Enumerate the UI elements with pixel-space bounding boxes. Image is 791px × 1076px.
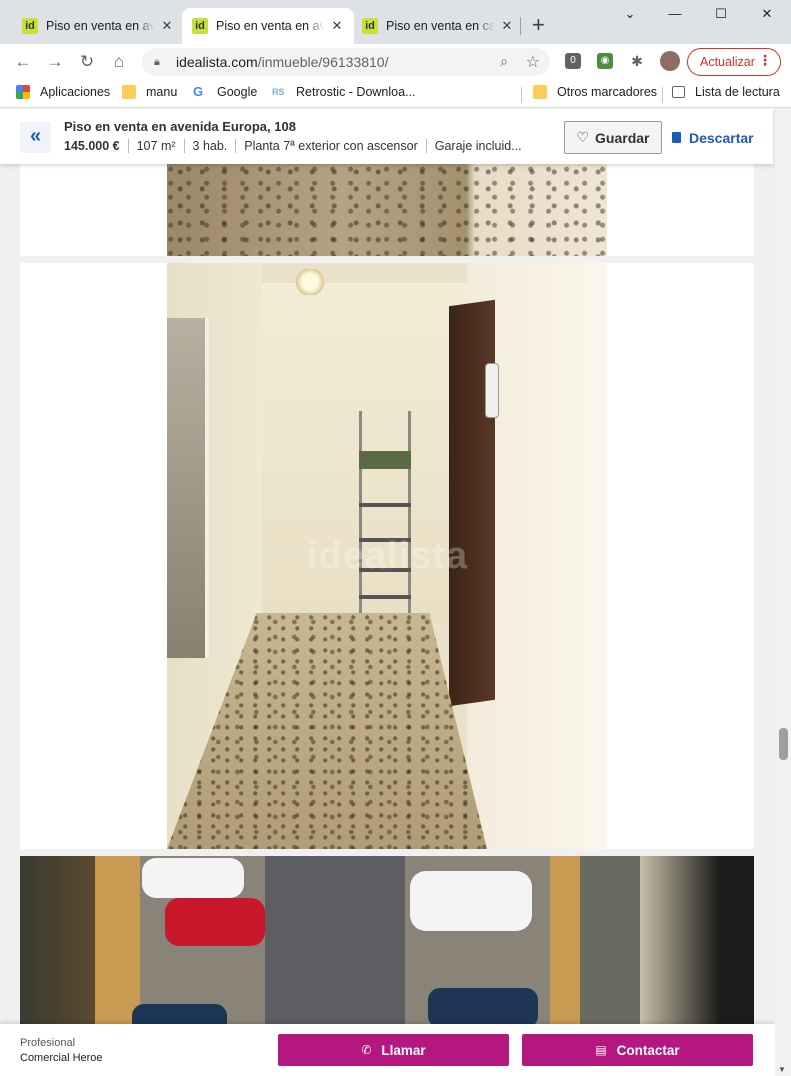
window-close-button[interactable]: ✕ — [752, 6, 782, 22]
google-icon: G — [193, 84, 204, 99]
page-scrollbar[interactable]: ▼ — [775, 109, 791, 1076]
minimize-button[interactable]: — — [660, 6, 690, 21]
extension-counter-icon[interactable]: 0 — [565, 53, 581, 69]
bookmark-separator — [521, 87, 522, 103]
folder-icon — [122, 85, 136, 99]
home-icon[interactable]: ⌂ — [108, 51, 130, 73]
photo-card: idealista — [20, 263, 754, 849]
bookmark-other[interactable]: Otros marcadores — [533, 85, 657, 99]
photo-card — [20, 856, 754, 1024]
url-host: idealista.com — [176, 54, 258, 70]
back-arrow-icon[interactable]: ← — [12, 51, 34, 73]
listing-rooms: 3 hab. — [183, 139, 236, 153]
agent-type: Profesional — [20, 1037, 76, 1049]
bookmarks-bar: Aplicaciones manu G Google RS Retrostic … — [0, 80, 791, 108]
tab-search-chevron-icon[interactable]: ⌄ — [615, 6, 645, 22]
bookmark-apps[interactable]: Aplicaciones — [16, 85, 110, 99]
idealista-favicon-icon: id — [192, 18, 208, 34]
trash-icon — [672, 132, 681, 143]
page-viewport: « Piso en venta en avenida Europa, 108 1… — [0, 109, 775, 1076]
maximize-button[interactable]: ☐ — [706, 6, 736, 22]
extensions-puzzle-icon[interactable]: ✱ — [629, 53, 645, 69]
listing-price: 145.000 € — [64, 139, 120, 153]
call-label: Llamar — [381, 1042, 426, 1058]
contact-bar: Profesional Comercial Heroe ✆ Llamar ▤ C… — [0, 1024, 775, 1076]
phone-icon: ✆ — [361, 1043, 372, 1057]
scroll-down-arrow-icon[interactable]: ▼ — [778, 1065, 786, 1074]
apps-grid-icon — [16, 85, 30, 99]
lock-icon[interactable]: 🔒︎ — [154, 56, 166, 69]
forward-arrow-icon[interactable]: → — [44, 51, 66, 73]
profile-avatar[interactable] — [660, 51, 680, 71]
reading-list-icon — [672, 86, 685, 98]
listing-title: Piso en venta en avenida Europa, 108 — [64, 119, 296, 134]
zoom-icon[interactable]: ⌕ — [500, 53, 508, 70]
new-tab-button[interactable]: + — [532, 14, 545, 36]
bookmark-label: Lista de lectura — [695, 85, 780, 99]
listing-facts: 145.000 € 107 m² 3 hab. Planta 7ª exteri… — [64, 139, 530, 153]
listing-garage: Garaje incluid... — [425, 139, 530, 153]
chat-icon: ▤ — [595, 1043, 607, 1057]
address-bar[interactable]: 🔒︎ idealista.com/inmueble/96133810/ ⌕ ☆ — [142, 48, 550, 76]
update-button[interactable]: Actualizar ⋮ — [687, 48, 781, 76]
bookmark-star-icon[interactable]: ☆ — [526, 52, 540, 72]
browser-toolbar: ← → ↻ ⌂ 🔒︎ idealista.com/inmueble/961338… — [0, 44, 791, 80]
tab-title: Piso en venta en avenida Europa, 108 — [46, 19, 154, 33]
listing-sticky-header: « Piso en venta en avenida Europa, 108 1… — [0, 109, 773, 164]
scrollbar-thumb[interactable] — [779, 728, 788, 760]
close-icon[interactable]: ✕ — [330, 18, 344, 34]
bookmark-google[interactable]: G Google — [193, 84, 258, 100]
folder-icon — [533, 85, 547, 99]
bookmark-retrostic[interactable]: RS Retrostic - Downloa... — [272, 85, 415, 99]
url-path: /inmueble/96133810/ — [257, 54, 389, 70]
discard-label: Descartar — [689, 129, 754, 146]
listing-area: 107 m² — [127, 139, 184, 153]
heart-icon: ♡ — [576, 129, 590, 145]
tab-separator — [520, 17, 521, 35]
reload-icon[interactable]: ↻ — [76, 51, 98, 73]
bookmark-label: manu — [146, 85, 178, 99]
discard-button[interactable]: Descartar — [672, 121, 754, 154]
close-icon[interactable]: ✕ — [500, 18, 514, 34]
contact-button[interactable]: ▤ Contactar — [522, 1034, 753, 1066]
idealista-favicon-icon: id — [362, 18, 378, 34]
tab-strip: id Piso en venta en avenida Europa, 108 … — [0, 0, 791, 44]
tab-title: Piso en venta en avenida Europa, 108 — [216, 19, 324, 33]
bookmark-label: Retrostic - Downloa... — [296, 85, 416, 99]
retrostic-icon: RS — [272, 87, 285, 97]
update-label: Actualizar — [700, 55, 755, 69]
tab-2[interactable]: id Piso en venta en avenida Europa, 108 … — [182, 8, 354, 44]
listing-photo-parking[interactable] — [20, 856, 754, 1024]
idealista-favicon-icon: id — [22, 18, 38, 34]
bookmark-separator — [662, 87, 663, 103]
tab-title: Piso en venta en calle — [386, 19, 494, 33]
bookmark-label: Google — [217, 85, 258, 99]
listing-photo-hallway[interactable]: idealista — [167, 263, 607, 849]
extension-green-icon[interactable]: ◉ — [597, 53, 613, 69]
call-button[interactable]: ✆ Llamar — [278, 1034, 509, 1066]
tab-1[interactable]: id Piso en venta en avenida Europa, 108 … — [12, 8, 184, 44]
menu-dots-icon[interactable]: ⋮ — [758, 52, 772, 69]
contact-label: Contactar — [616, 1042, 680, 1058]
save-button[interactable]: ♡ Guardar — [564, 121, 662, 154]
save-label: Guardar — [595, 129, 650, 146]
listing-floor: Planta 7ª exterior con ascensor — [235, 139, 425, 153]
close-icon[interactable]: ✕ — [160, 18, 174, 34]
tab-3[interactable]: id Piso en venta en calle ✕ — [352, 8, 524, 44]
bookmark-label: Otros marcadores — [557, 85, 658, 99]
photo-watermark: idealista — [307, 535, 469, 577]
double-chevron-left-icon[interactable]: « — [20, 122, 51, 153]
agent-name: Comercial Heroe — [20, 1052, 103, 1064]
bookmark-reading-list[interactable]: Lista de lectura — [672, 85, 780, 99]
bookmark-label: Aplicaciones — [40, 85, 111, 99]
bookmark-manu[interactable]: manu — [122, 85, 177, 99]
